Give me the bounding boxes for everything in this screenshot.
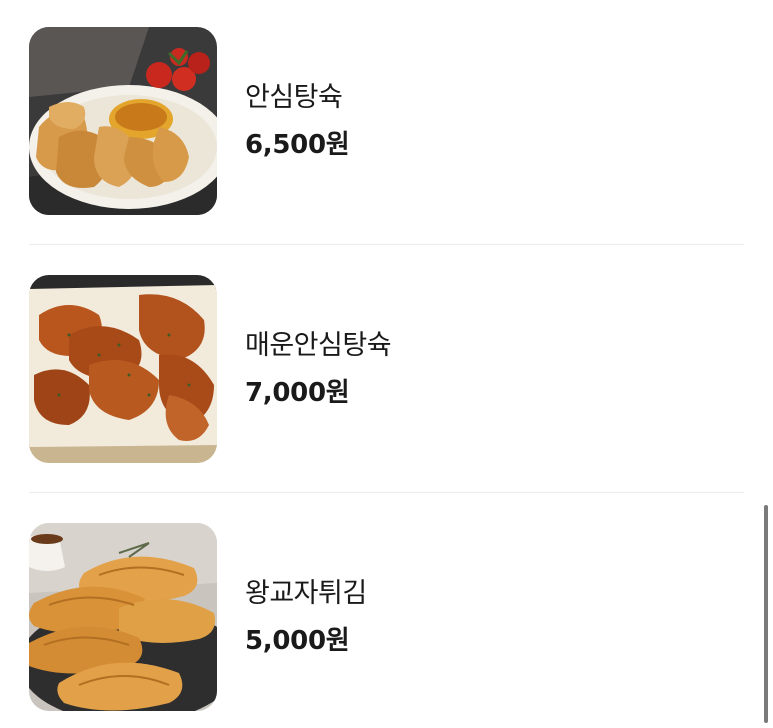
fried-dumplings-photo — [29, 523, 217, 711]
divider — [29, 492, 744, 493]
menu-item-name: 안심탕슉 — [245, 82, 343, 113]
menu-list: 안심탕슉 6,500원 매운안심탕슉 7,000원 왕교자튀김 5,000원 — [0, 0, 773, 728]
divider — [29, 244, 744, 245]
menu-item-2[interactable]: 매운안심탕슉 7,000원 — [29, 275, 744, 463]
menu-item-info: 안심탕슉 6,500원 — [245, 27, 350, 215]
scrollbar[interactable] — [764, 505, 768, 723]
menu-item-3[interactable]: 왕교자튀김 5,000원 — [29, 523, 744, 711]
menu-item-price: 7,000원 — [245, 378, 350, 408]
menu-item-name: 매운안심탕슉 — [245, 330, 392, 361]
menu-item-info: 매운안심탕슉 7,000원 — [245, 275, 392, 463]
menu-item-price: 6,500원 — [245, 130, 350, 160]
spicy-glazed-pork-photo — [29, 275, 217, 463]
menu-item-1[interactable]: 안심탕슉 6,500원 — [29, 27, 744, 215]
fried-pork-tenderloin-photo — [29, 27, 217, 215]
menu-item-info: 왕교자튀김 5,000원 — [245, 523, 367, 711]
menu-item-price: 5,000원 — [245, 626, 350, 656]
menu-item-name: 왕교자튀김 — [245, 578, 367, 609]
